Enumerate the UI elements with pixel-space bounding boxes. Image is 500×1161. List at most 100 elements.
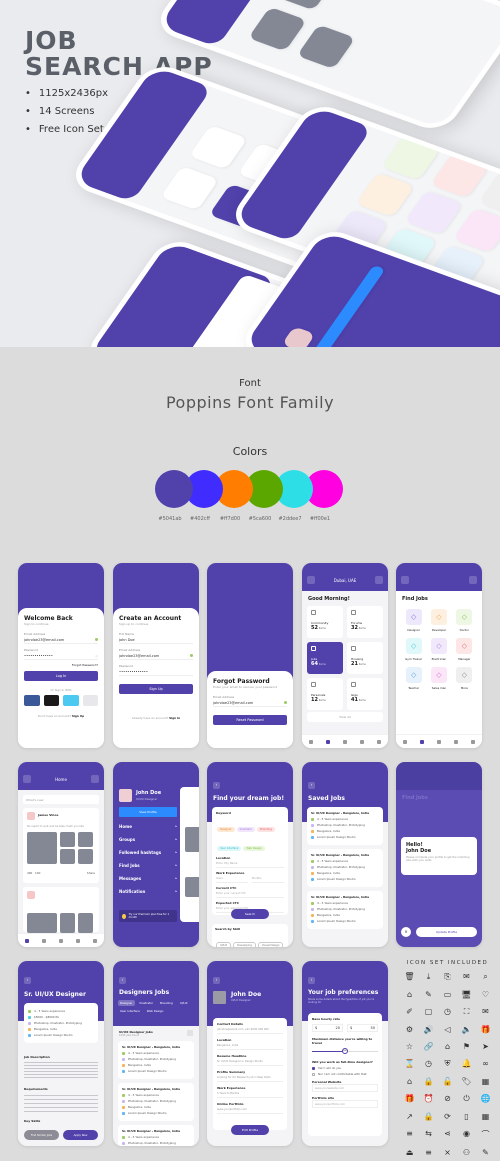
nav-jobs-icon[interactable]: [41, 938, 46, 943]
chip[interactable]: Branding: [257, 827, 275, 832]
email-field[interactable]: johndoe23@email.com: [213, 699, 287, 707]
menu-item[interactable]: Notification ▸: [119, 889, 177, 902]
radio-unchecked[interactable]: [312, 1072, 315, 1076]
nav-profile-icon[interactable]: [93, 938, 98, 943]
nav-home-icon[interactable]: [402, 739, 407, 744]
nav-messages-icon[interactable]: [58, 938, 63, 943]
tab[interactable]: Branding: [158, 1000, 175, 1006]
portfolio-input[interactable]: www.yourportfolio.com: [312, 1100, 378, 1108]
search-icon[interactable]: [469, 576, 477, 584]
tab[interactable]: Designer: [118, 1000, 135, 1006]
chip[interactable]: UI/UX: [216, 942, 232, 947]
nav-home-icon[interactable]: [24, 938, 29, 943]
chip[interactable]: Visual Design: [257, 942, 284, 947]
job-card[interactable]: Sr. UI/UX Designer - Bangalore, India 4 -…: [307, 807, 383, 845]
category-tile[interactable]: Community 52 Items: [307, 606, 343, 638]
password-field[interactable]: •••••••••••••• ◎: [24, 652, 98, 660]
category-tile[interactable]: Gigs 41 Items: [347, 678, 383, 710]
chip[interactable]: Illustrator: [236, 827, 256, 832]
back-icon[interactable]: ‹: [24, 977, 31, 984]
content-preview[interactable]: [180, 787, 199, 922]
google-button[interactable]: [82, 695, 98, 706]
edit-profile-button[interactable]: Edit Profile: [231, 1125, 269, 1135]
radio-checked[interactable]: [312, 1066, 315, 1070]
apply-now-button[interactable]: Apply Now: [63, 1130, 98, 1140]
email-field[interactable]: johndoe23@email.com: [119, 652, 193, 660]
premium-promo[interactable]: Try our Premium plan free for 1 month: [119, 910, 177, 922]
option-yes[interactable]: Yes! I will do you: [312, 1066, 378, 1070]
nav-profile-icon[interactable]: [471, 739, 476, 744]
menu-item[interactable]: Messages ▸: [119, 876, 177, 889]
menu-icon[interactable]: [307, 576, 315, 584]
website-input[interactable]: www.yourwebsite.com: [312, 1084, 378, 1092]
nav-jobs-icon[interactable]: [325, 739, 330, 744]
chip[interactable]: User Interface: [217, 846, 242, 851]
nav-add-icon[interactable]: [76, 938, 81, 943]
close-icon[interactable]: ×: [401, 927, 411, 937]
chip[interactable]: Web Design: [243, 846, 265, 851]
post-input[interactable]: What's new: [23, 795, 99, 804]
signin-link[interactable]: Sign In: [169, 716, 180, 720]
menu-icon[interactable]: [23, 775, 31, 783]
tab[interactable]: UI/UX: [178, 1000, 190, 1006]
nav-add-icon[interactable]: [454, 739, 459, 744]
search-icon[interactable]: [374, 576, 383, 584]
profile-field[interactable]: Location Bangalore, India: [217, 1038, 283, 1050]
reset-password-button[interactable]: Reset Password: [213, 715, 287, 725]
job-card[interactable]: Sr. UI/UX Designer - Bangalore, India 4 -…: [307, 849, 383, 887]
category-tile[interactable]: Forums 32 Items: [347, 606, 383, 638]
similar-jobs-button[interactable]: Find Similar Jobs: [24, 1130, 59, 1140]
profile-field[interactable]: Contact Details johndoe@email.com +91 900…: [217, 1022, 283, 1034]
distance-slider[interactable]: 500: [312, 1047, 378, 1055]
menu-icon[interactable]: [401, 576, 409, 584]
view-all-button[interactable]: View All: [307, 712, 383, 722]
category-tile[interactable]: Housing 21 Items: [347, 642, 383, 674]
profile-field[interactable]: Work Experience 5 Years 6 Months: [217, 1086, 283, 1098]
email-field[interactable]: johndoe23@email.com: [24, 636, 98, 644]
job-category[interactable]: ◇ Teacher: [405, 667, 422, 690]
filter-icon[interactable]: [187, 1030, 193, 1036]
job-category[interactable]: ◇ Designer: [405, 609, 422, 632]
profile-field[interactable]: Profile Summary Looking for UX Research j…: [217, 1070, 283, 1082]
months-select[interactable]: Months: [252, 875, 284, 883]
search-button[interactable]: Search: [231, 909, 269, 919]
back-icon[interactable]: ‹: [213, 782, 220, 789]
nav-messages-icon[interactable]: [342, 739, 347, 744]
apple-button[interactable]: [43, 695, 59, 706]
job-category[interactable]: ◇ Doctor: [456, 609, 473, 632]
nav-jobs-icon[interactable]: [419, 739, 424, 744]
chip[interactable]: Designer: [217, 827, 235, 832]
menu-item[interactable]: Find Jobs ▸: [119, 863, 177, 876]
slider-thumb[interactable]: 500: [342, 1048, 348, 1054]
back-icon[interactable]: ‹: [119, 977, 126, 984]
signup-button[interactable]: Sign Up: [119, 684, 193, 694]
profile-field[interactable]: Online Portfolio www.yourportfolio.com: [217, 1102, 283, 1114]
nav-messages-icon[interactable]: [436, 739, 441, 744]
search-icon[interactable]: [91, 775, 99, 783]
current-ctc-input[interactable]: Enter your current CTC: [216, 890, 284, 898]
password-field[interactable]: ••••••••••••••: [119, 668, 193, 676]
back-icon[interactable]: ‹: [308, 977, 315, 984]
location-input[interactable]: Enter City Name: [216, 860, 284, 868]
menu-item[interactable]: Groups ▸: [119, 837, 177, 850]
tab[interactable]: User Interface: [118, 1008, 142, 1014]
job-category[interactable]: ◇ Sales man: [430, 667, 447, 690]
nav-add-icon[interactable]: [360, 739, 365, 744]
rate-min[interactable]: 20: [336, 1026, 340, 1030]
tab[interactable]: Illustrator: [138, 1000, 156, 1006]
signup-link[interactable]: Sign Up: [72, 714, 84, 718]
nav-home-icon[interactable]: [308, 739, 313, 744]
job-category[interactable]: ◇ Manager: [456, 638, 473, 661]
back-icon[interactable]: ‹: [213, 977, 220, 984]
chip[interactable]: Developing: [233, 942, 256, 947]
back-icon[interactable]: ‹: [308, 782, 315, 789]
option-no[interactable]: No! I am not comfortable with that: [312, 1072, 378, 1076]
job-category[interactable]: ◇ Electrician: [430, 638, 447, 661]
job-card[interactable]: Sr. UI/UX Designer - Bangalore, India 4 -…: [118, 1083, 194, 1121]
menu-item[interactable]: Followed hashtags ▸: [119, 850, 177, 863]
years-select[interactable]: Years: [216, 875, 248, 883]
comments-count[interactable]: 190: [35, 871, 40, 875]
facebook-button[interactable]: [24, 695, 40, 706]
job-category[interactable]: ◇ Developer: [430, 609, 447, 632]
job-category[interactable]: ◇ More: [456, 667, 473, 690]
